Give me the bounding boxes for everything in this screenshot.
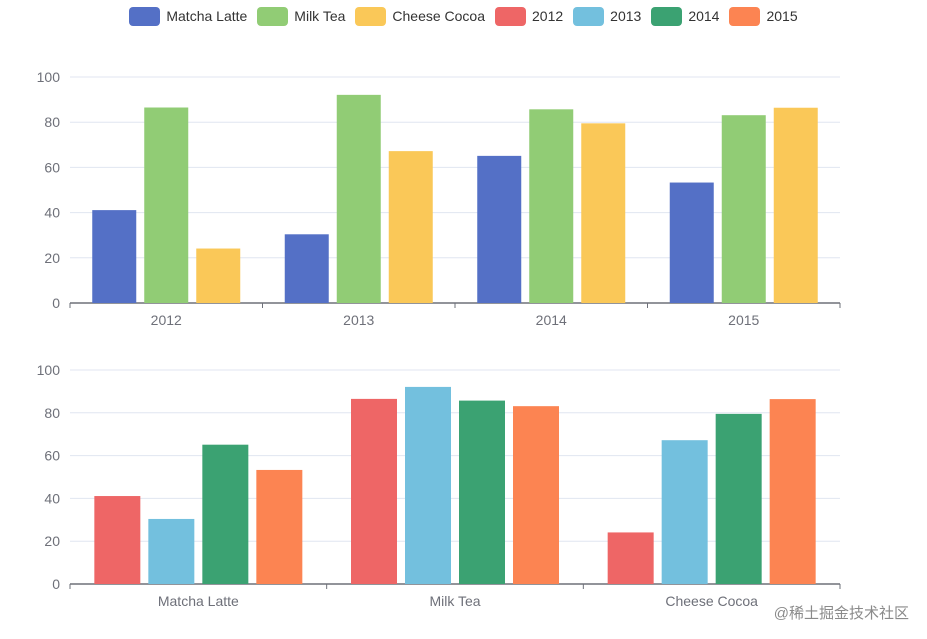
bar-2013-matcha-latte[interactable] <box>148 518 195 584</box>
bar-milk-tea-2015[interactable] <box>721 115 766 303</box>
bar-2012-matcha-latte[interactable] <box>94 496 141 584</box>
bar-2013-milk-tea[interactable] <box>405 386 451 584</box>
x-tick-label: 2013 <box>343 312 374 328</box>
bar-2014-cheese-cocoa[interactable] <box>715 413 762 584</box>
y-tick-label: 60 <box>44 448 60 464</box>
chart-canvas: 0 20 40 60 80 100 2012 2013 2014 2015 0 20 40 60 80 100… <box>37 69 841 609</box>
y-tick-label: 40 <box>44 490 60 506</box>
y-tick-label: 80 <box>44 405 60 421</box>
chart-1: 0 20 40 60 80 100 2012 2013 2014 2015 <box>37 69 841 328</box>
y-tick-label: 80 <box>44 114 60 130</box>
y-tick-label: 100 <box>37 69 61 85</box>
bar-milk-tea-2012[interactable] <box>144 107 189 303</box>
x-tick-label: 2014 <box>536 312 567 328</box>
x-tick-label: Milk Tea <box>429 593 480 609</box>
bar-matcha-latte-2013[interactable] <box>284 234 329 303</box>
y-tick-label: 20 <box>44 533 60 549</box>
y-tick-label: 0 <box>52 576 60 592</box>
bar-cheese-cocoa-2014[interactable] <box>581 123 626 303</box>
bar-2015-cheese-cocoa[interactable] <box>769 399 816 584</box>
bar-2012-cheese-cocoa[interactable] <box>607 532 654 584</box>
y-tick-label: 0 <box>52 295 60 311</box>
bar-cheese-cocoa-2012[interactable] <box>196 248 241 303</box>
x-tick-label: Cheese Cocoa <box>665 593 758 609</box>
bar-milk-tea-2013[interactable] <box>336 94 381 303</box>
bar-2014-matcha-latte[interactable] <box>202 444 249 584</box>
y-tick-label: 60 <box>44 159 60 175</box>
bar-2012-milk-tea[interactable] <box>351 398 397 584</box>
bar-2015-matcha-latte[interactable] <box>256 469 303 584</box>
bar-2014-milk-tea[interactable] <box>459 400 505 584</box>
bar-cheese-cocoa-2013[interactable] <box>388 151 433 303</box>
bar-2015-milk-tea[interactable] <box>513 406 559 584</box>
y-tick-label: 100 <box>37 362 61 378</box>
x-tick-label: 2012 <box>151 312 182 328</box>
x-tick-label: Matcha Latte <box>158 593 239 609</box>
y-tick-label: 20 <box>44 250 60 266</box>
bar-2013-cheese-cocoa[interactable] <box>661 440 708 584</box>
bar-matcha-latte-2012[interactable] <box>92 210 137 303</box>
watermark: @稀土掘金技术社区 <box>773 605 909 622</box>
bar-milk-tea-2014[interactable] <box>529 109 574 304</box>
y-tick-label: 40 <box>44 205 60 221</box>
bar-matcha-latte-2014[interactable] <box>477 155 522 303</box>
bar-matcha-latte-2015[interactable] <box>669 182 714 303</box>
x-tick-label: 2015 <box>728 312 759 328</box>
chart-2: 0 20 40 60 80 100 Matcha Latte Milk Tea Cheese C… <box>37 362 841 609</box>
bar-cheese-cocoa-2015[interactable] <box>773 107 818 304</box>
